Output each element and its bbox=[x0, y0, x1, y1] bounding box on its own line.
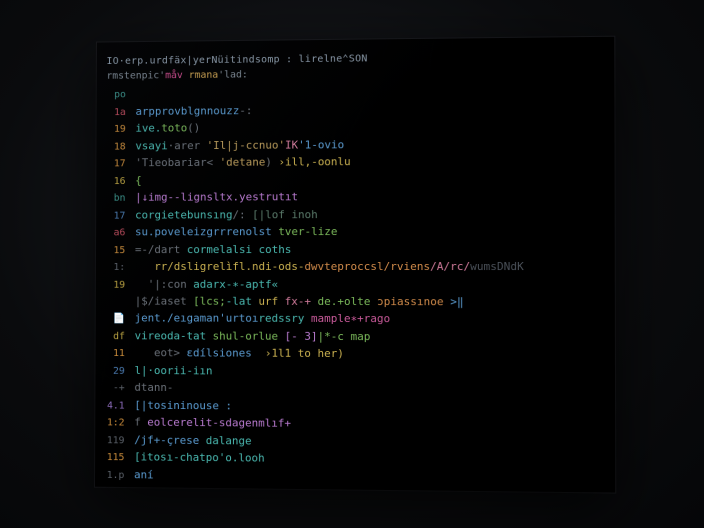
code-line[interactable]: bn|↓img--lignsltx.yestrutıt bbox=[106, 187, 604, 206]
code-content[interactable]: '|:con adarx-∗-aptf« bbox=[135, 275, 605, 293]
code-line[interactable]: 📄jent./eıgaman'urtoıredssry mample∗+rago bbox=[105, 309, 604, 328]
line-number: bn bbox=[106, 191, 135, 206]
code-line[interactable]: 17'Tieobariar< 'detane) ›ill,-oonlu bbox=[106, 152, 604, 172]
line-number: 19 bbox=[106, 277, 135, 292]
code-content[interactable]: su.poveleizgrrrenolst tver-lize bbox=[135, 223, 604, 241]
line-number: 4.1 bbox=[105, 398, 134, 414]
code-line[interactable]: 16{ bbox=[106, 169, 604, 189]
code-body[interactable]: po1aarpprovblgnnouzz-:19ive.toto()18vsay… bbox=[104, 83, 605, 492]
line-number: 18 bbox=[106, 139, 135, 154]
line-number: 📄 bbox=[105, 311, 134, 326]
code-line[interactable]: 19 '|:con adarx-∗-aptf« bbox=[106, 275, 605, 293]
code-line[interactable]: 15=-/dart cormelalsi coths bbox=[106, 240, 605, 258]
code-content[interactable] bbox=[136, 93, 605, 97]
line-number: 15 bbox=[106, 243, 135, 258]
line-number: 17 bbox=[106, 208, 135, 223]
code-content[interactable]: vireoda-tat shul-orlue [- 3]|*-c map bbox=[135, 327, 605, 346]
line-number: 29 bbox=[105, 363, 134, 379]
line-number: 1a bbox=[106, 105, 135, 120]
line-number: po bbox=[106, 87, 135, 103]
code-content[interactable]: jent./eıgaman'urtoıredssry mample∗+rago bbox=[135, 310, 605, 328]
line-number: 1:2 bbox=[105, 415, 134, 431]
line-number: 1.p bbox=[105, 468, 134, 484]
line-number: 11 bbox=[105, 346, 134, 361]
code-content[interactable]: vsayi·arer 'Il|j-ccnuo'IK'1-ovio bbox=[135, 134, 604, 154]
code-line[interactable]: 1: rr/dsligrelìfl.ndi-ods-dwvteproccsl/r… bbox=[106, 258, 605, 276]
code-content[interactable]: l|·oorii-iın bbox=[134, 362, 604, 382]
code-content[interactable]: 'Tieobariar< 'detane) ›ill,-oonlu bbox=[135, 152, 604, 171]
line-number: -+ bbox=[105, 381, 134, 397]
code-content[interactable]: corgietebunsıng/: [|lof inoh bbox=[135, 205, 604, 223]
code-content[interactable]: =-/dart cormelalsi coths bbox=[135, 240, 605, 257]
code-content[interactable]: eot> εdílsiones ›1l1 to her) bbox=[135, 344, 605, 363]
code-content[interactable]: |↓img--lignsltx.yestrutıt bbox=[135, 187, 604, 206]
code-line[interactable]: 17corgietebunsıng/: [|lof inoh bbox=[106, 205, 605, 224]
editor-header: IO·erp.urdfäx|yerNüitindsomp : lirelne⌃S… bbox=[107, 51, 605, 67]
code-line[interactable]: |$/iaset [lcs;-lat urf fx-+ de.+olte ɔpi… bbox=[105, 293, 604, 311]
editor-subheader: rmstenpic'måv rmana'lad: bbox=[106, 66, 604, 82]
code-line[interactable]: dfvireoda-tat shul-orlue [- 3]|*-c map bbox=[105, 327, 604, 346]
code-content[interactable]: |$/iaset [lcs;-lat urf fx-+ de.+olte ɔpi… bbox=[135, 293, 605, 311]
line-number: 17 bbox=[106, 156, 135, 171]
line-number: a6 bbox=[106, 225, 135, 240]
code-line[interactable]: a6su.poveleizgrrrenolst tver-lize bbox=[106, 223, 605, 241]
code-editor-screen: IO·erp.urdfäx|yerNüitindsomp : lirelne⌃S… bbox=[95, 37, 615, 493]
line-number: 119 bbox=[105, 433, 134, 449]
line-number: 4.0 bbox=[105, 485, 134, 493]
code-content[interactable]: rr/dsligrelìfl.ndi-ods-dwvteproccsl/rvie… bbox=[135, 258, 605, 275]
code-content[interactable]: { bbox=[135, 169, 604, 188]
line-number: 19 bbox=[106, 122, 135, 137]
line-number: 115 bbox=[105, 450, 134, 466]
line-number: 16 bbox=[106, 174, 135, 189]
line-number: df bbox=[105, 329, 134, 344]
line-number: 1: bbox=[106, 260, 135, 275]
